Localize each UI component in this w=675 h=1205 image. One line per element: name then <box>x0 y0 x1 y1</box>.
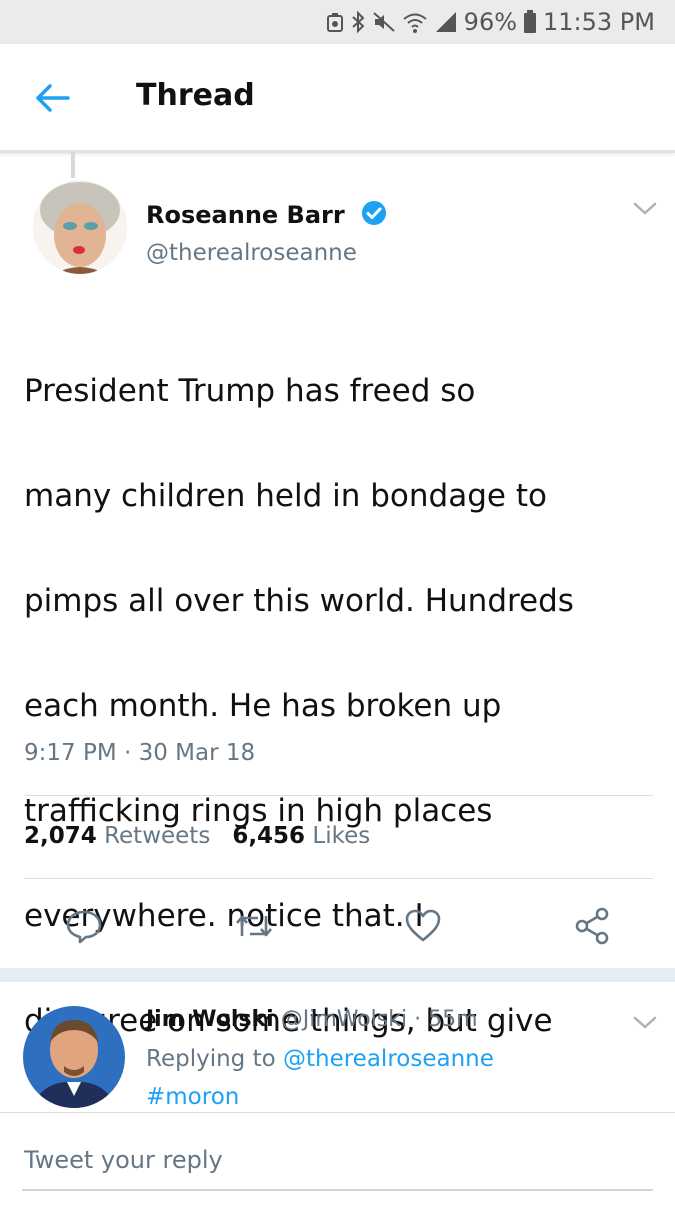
tweet-timestamp: 9:17 PM · 30 Mar 18 <box>24 740 256 766</box>
retweet-icon <box>236 915 272 937</box>
battery-percent: 96% <box>463 8 518 36</box>
reply-composer <box>0 1112 675 1201</box>
avatar[interactable] <box>23 1006 125 1108</box>
retweets-label: Retweets <box>104 823 211 849</box>
tweet-menu-button[interactable] <box>630 198 660 220</box>
like-button[interactable] <box>403 906 443 946</box>
reply-button[interactable] <box>64 906 104 946</box>
replying-to: Replying to @therealroseanne <box>146 1046 494 1072</box>
tweet-text-line: pimps all over this world. Hundreds <box>24 582 574 619</box>
wifi-icon <box>402 10 428 34</box>
reply-author-name[interactable]: Jim Wolski <box>146 1007 274 1032</box>
clock: 11:53 PM <box>543 8 655 36</box>
arrow-left-icon <box>36 84 70 112</box>
page-title: Thread <box>136 78 255 113</box>
author-name-text: Roseanne Barr <box>146 201 345 229</box>
chevron-down-icon <box>633 1016 657 1029</box>
reply-author-handle[interactable]: @JimWolski <box>281 1007 407 1032</box>
nfc-icon <box>326 11 344 33</box>
author-name[interactable]: Roseanne Barr <box>146 200 387 232</box>
likes-label: Likes <box>312 823 371 849</box>
divider <box>24 795 653 796</box>
replying-to-prefix: Replying to <box>146 1046 276 1072</box>
section-separator <box>0 968 675 982</box>
reply-menu-button[interactable] <box>630 1012 660 1034</box>
bluetooth-icon <box>350 10 366 34</box>
thread-connector <box>71 152 75 178</box>
reply-time: 55m <box>428 1007 478 1032</box>
tweet-text-line: President Trump has freed so <box>24 372 476 409</box>
share-button[interactable] <box>572 906 612 946</box>
verified-badge-icon <box>361 200 387 232</box>
tweet-text-line: everywhere. notice that. I <box>24 897 424 934</box>
retweets-stat[interactable]: 2,074 Retweets <box>24 823 210 849</box>
heart-icon <box>405 909 441 942</box>
reply-icon <box>66 910 102 944</box>
chevron-down-icon <box>633 202 657 215</box>
replying-to-handle-link[interactable]: @therealroseanne <box>283 1046 494 1072</box>
signal-icon <box>434 10 458 34</box>
battery-icon <box>523 10 537 34</box>
reply-dot: · <box>414 1007 422 1032</box>
tweet-stats: 2,074 Retweets 6,456 Likes <box>24 823 370 849</box>
input-underline <box>22 1189 653 1191</box>
retweets-count: 2,074 <box>24 823 97 849</box>
avatar[interactable] <box>33 180 127 274</box>
app-bar: Thread <box>0 44 675 153</box>
hashtag-link[interactable]: #moron <box>146 1084 239 1110</box>
divider <box>24 878 653 879</box>
share-icon <box>575 907 609 945</box>
mute-icon <box>372 10 396 34</box>
retweet-button[interactable] <box>234 906 274 946</box>
likes-count: 6,456 <box>232 823 306 849</box>
back-button[interactable] <box>30 78 74 118</box>
tweet-reply-input[interactable] <box>22 1139 646 1181</box>
tweet-text-line: many children held in bondage to <box>24 477 547 514</box>
reply-header: Jim Wolski @JimWolski · 55m <box>146 1007 478 1032</box>
likes-stat[interactable]: 6,456 Likes <box>232 823 370 849</box>
tweet-text-line: each month. He has broken up <box>24 687 502 724</box>
author-handle[interactable]: @therealroseanne <box>146 240 357 266</box>
status-bar: 96% 11:53 PM <box>0 0 675 44</box>
